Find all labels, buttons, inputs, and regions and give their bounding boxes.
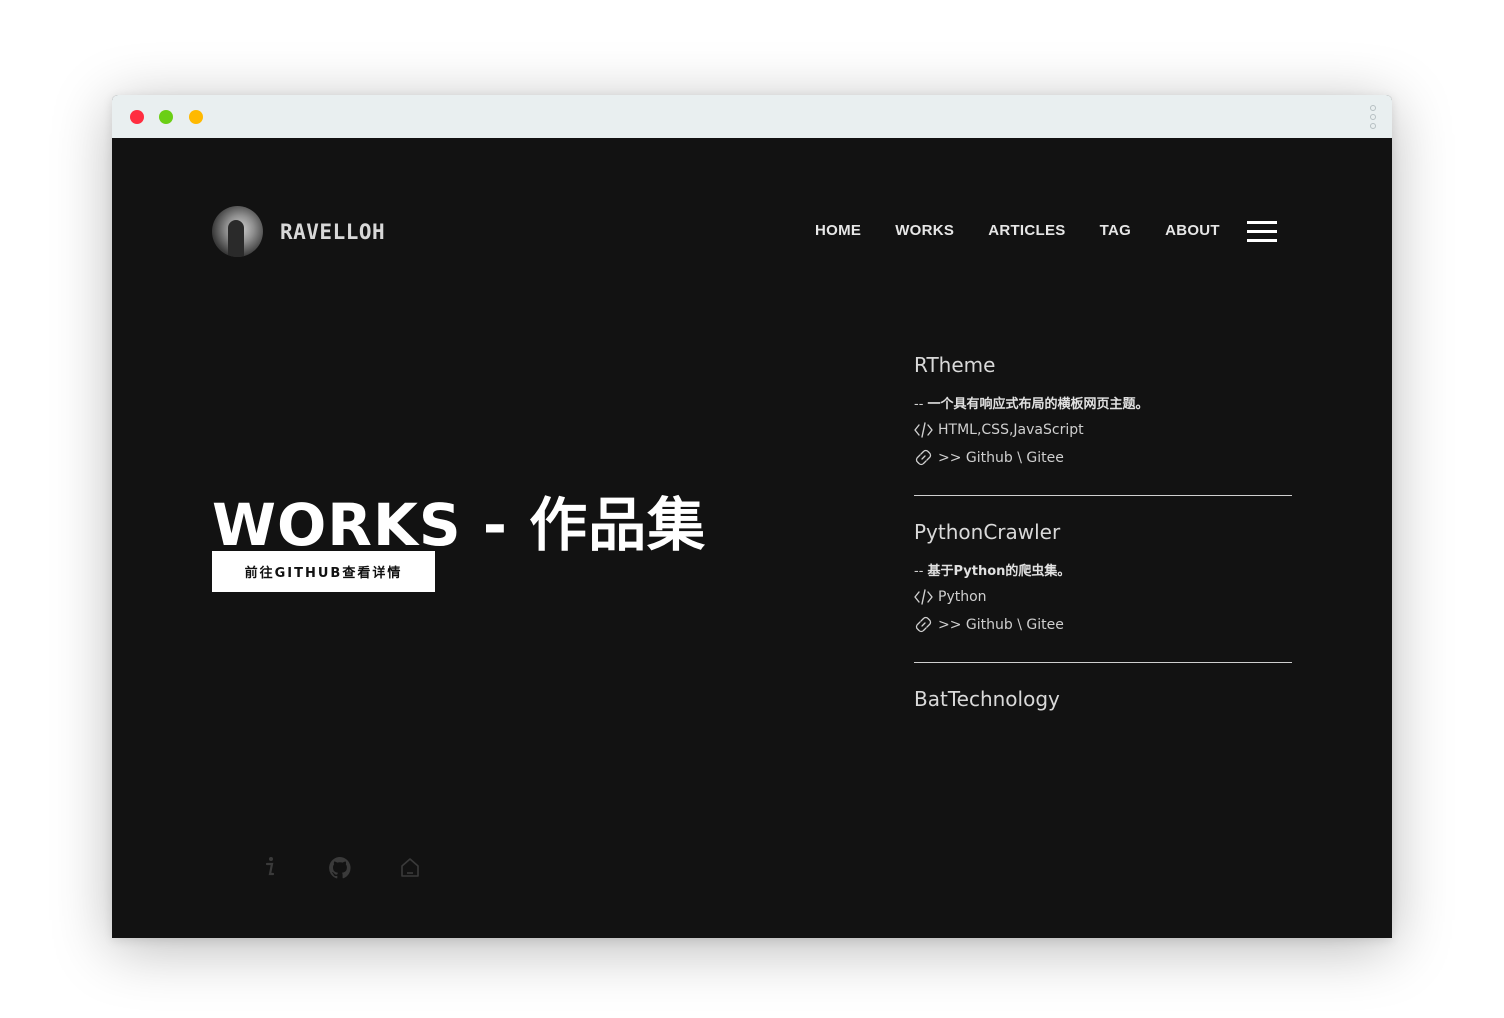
github-details-button[interactable]: 前往GITHUB查看详情 [212,551,435,592]
page-title: WORKS - 作品集 [212,491,707,559]
minimize-window-button[interactable] [189,110,203,124]
work-title[interactable]: BatTechnology [914,687,1292,711]
work-description: -- 一个具有响应式布局的横板网页主题。 [914,393,1292,412]
work-repo-links[interactable]: >> Github \ Gitee [938,450,1064,466]
work-tech: HTML,CSS,JavaScript [914,422,1292,438]
info-icon[interactable] [262,856,278,882]
work-item: BatTechnology [914,687,1292,733]
nav-item-articles[interactable]: ARTICLES [988,222,1065,239]
brand-name: RAVELLOH [280,219,386,244]
maximize-window-button[interactable] [159,110,173,124]
work-tech: Python [914,589,1292,605]
code-icon [914,422,933,438]
main-nav: HOME WORKS ARTICLES TAG ABOUT [815,222,1254,239]
work-links: >> Github \ Gitee [914,448,1292,467]
home-icon[interactable] [400,856,420,882]
github-icon[interactable] [328,856,352,884]
work-repo-links[interactable]: >> Github \ Gitee [938,617,1064,633]
work-tech-text: HTML,CSS,JavaScript [938,422,1084,438]
nav-item-about[interactable]: ABOUT [1165,222,1220,239]
work-title[interactable]: PythonCrawler [914,520,1292,544]
link-icon [915,616,932,633]
work-tech-text: Python [938,589,987,605]
work-title[interactable]: RTheme [914,353,1292,377]
nav-item-home[interactable]: HOME [815,222,861,239]
work-desc-prefix: -- [914,564,928,579]
close-window-button[interactable] [130,110,144,124]
nav-item-tag[interactable]: TAG [1100,222,1131,239]
page-content: RAVELLOH HOME WORKS ARTICLES TAG ABOUT W… [112,138,1392,938]
browser-window: RAVELLOH HOME WORKS ARTICLES TAG ABOUT W… [112,95,1392,938]
avatar [212,206,263,257]
works-list: RTheme -- 一个具有响应式布局的横板网页主题。 HTML,CSS,Jav… [914,353,1292,733]
work-item: RTheme -- 一个具有响应式布局的横板网页主题。 HTML,CSS,Jav… [914,353,1292,496]
work-desc-text: 一个具有响应式布局的横板网页主题。 [927,397,1149,412]
brand[interactable]: RAVELLOH [212,206,385,257]
code-icon [914,589,933,605]
nav-item-works[interactable]: WORKS [895,222,954,239]
hamburger-icon[interactable] [1247,221,1277,243]
window-titlebar [112,95,1392,139]
link-icon [915,449,932,466]
more-options-icon[interactable] [1370,105,1378,129]
work-desc-prefix: -- [914,397,928,412]
work-links: >> Github \ Gitee [914,615,1292,634]
work-item: PythonCrawler -- 基于Python的爬虫集。 Python >>… [914,520,1292,663]
work-description: -- 基于Python的爬虫集。 [914,560,1292,579]
work-desc-text: 基于Python的爬虫集。 [927,564,1071,579]
